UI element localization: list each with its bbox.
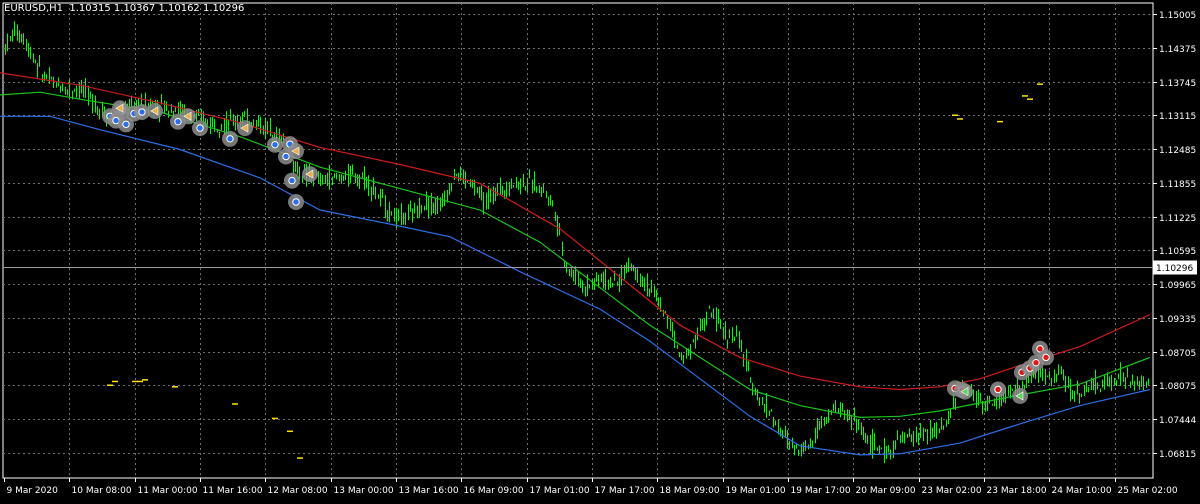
y-tick-label: 1.08075 [1159,382,1196,392]
buy-exit-marker [237,120,253,137]
y-tick-label: 1.07444 [1159,416,1196,426]
x-tick-label: 19 Mar 01:00 [726,486,786,496]
x-tick-label: 20 Mar 09:00 [856,486,916,496]
y-tick-label: 1.13745 [1159,79,1196,89]
buy-marker-dot [292,198,300,206]
x-tick-label: 17 Mar 17:00 [595,486,655,496]
buy-exit-marker [180,108,196,125]
y-tick-label: 1.08705 [1159,349,1196,359]
y-tick-label: 1.06815 [1159,450,1196,460]
buy-marker-dot [288,176,296,185]
y-tick-label: 1.12485 [1159,146,1196,156]
sell-exit-marker [957,383,973,400]
buy-marker-dot [196,124,204,132]
x-tick-label: 19 Mar 17:00 [791,486,851,496]
buy-marker [118,116,134,133]
chart-header: EURUSD,H1 1.10315 1.10367 1.10162 1.1029… [4,3,244,14]
y-tick-label: 1.09335 [1159,315,1196,325]
x-tick-label: 11 Mar 16:00 [203,486,263,496]
buy-marker [267,136,283,153]
x-tick-label: 13 Mar 16:00 [399,486,459,496]
y-tick-label: 1.15005 [1159,11,1196,21]
y-tick-label: 1.14375 [1159,45,1196,55]
x-tick-label: 23 Mar 18:00 [987,486,1047,496]
buy-exit-marker [112,100,128,117]
x-tick-label: 24 Mar 10:00 [1052,486,1112,496]
y-tick-label: 1.11855 [1159,180,1196,190]
buy-marker-dot [282,152,290,161]
y-tick-label: 1.13115 [1159,112,1196,122]
x-tick-label: 25 Mar 02:00 [1118,486,1178,496]
buy-marker [222,130,238,147]
ohlc-label: 1.10315 1.10367 1.10162 1.10296 [69,3,245,14]
x-tick-label: 13 Mar 00:00 [334,486,394,496]
buy-marker [288,194,304,211]
y-tick-label: 1.11225 [1159,214,1196,224]
x-tick-label: 16 Mar 09:00 [464,486,524,496]
x-tick-label: 18 Mar 09:00 [660,486,720,496]
symbol-label: EURUSD,H1 [4,3,64,14]
buy-marker [192,120,208,137]
sell-exit-marker [1012,387,1028,404]
buy-exit-marker [147,102,163,119]
sell-marker-dot [1042,353,1050,362]
buy-marker-dot [226,135,234,143]
buy-marker-dot [174,117,182,126]
buy-marker-dot [271,140,279,149]
price-chart[interactable]: 1.15005 1.14375 1.13745 1.13115 1.12485 1.118… [0,0,1200,500]
x-tick-label: 23 Mar 02:00 [922,486,982,496]
x-tick-label: 9 Mar 2020 [7,486,59,496]
plot-frame [2,2,1154,479]
y-tick-label: 1.09965 [1159,281,1196,291]
sell-marker [1038,349,1054,366]
x-tick-label: 11 Mar 00:00 [138,486,198,496]
buy-marker-dot [138,108,146,116]
sell-marker-dot [1032,359,1040,367]
buy-exit-marker [302,166,318,183]
chart-area[interactable]: 1.15005 1.14375 1.13745 1.13115 1.12485 1.118… [0,0,1200,500]
current-price-label: 1.10296 [1156,264,1193,274]
x-tick-label: 12 Mar 08:00 [268,486,328,496]
y-tick-label: 1.10595 [1159,247,1196,257]
x-tick-label: 10 Mar 08:00 [72,486,132,496]
sell-marker-dot [994,385,1002,394]
buy-exit-marker [288,143,304,160]
sell-marker [990,381,1006,398]
x-tick-label: 17 Mar 01:00 [530,486,590,496]
buy-marker [284,172,300,189]
buy-marker-dot [122,120,130,129]
